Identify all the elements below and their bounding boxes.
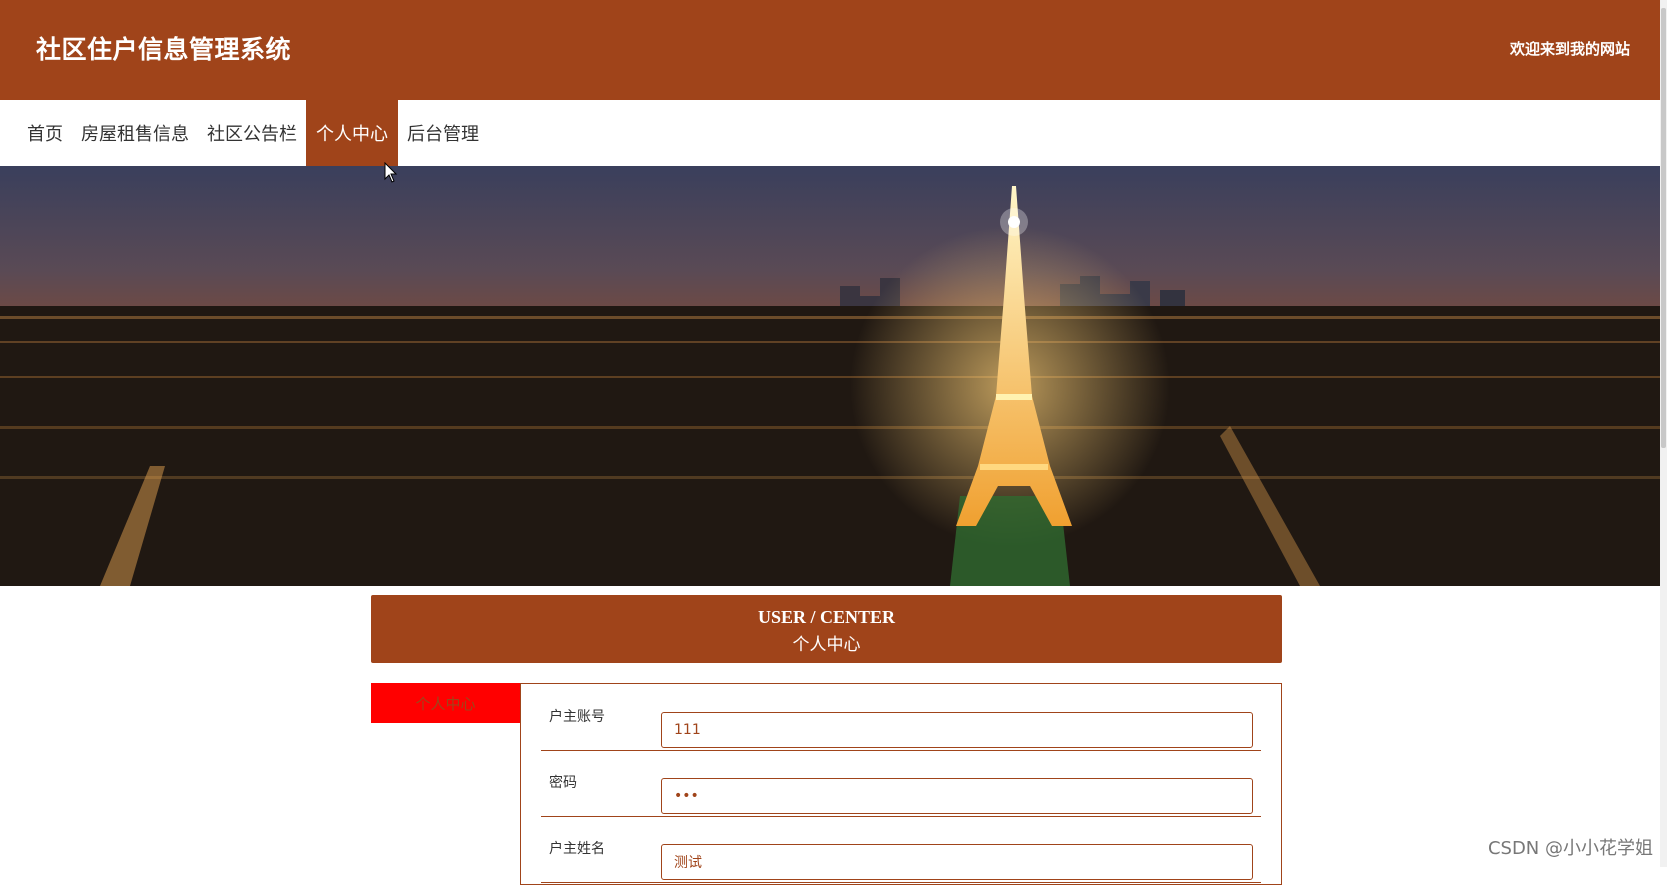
form-row-password: 密码 [541,750,1261,817]
watermark: CSDN @小小花学姐 [1487,838,1653,859]
owner-name-label: 户主姓名 [549,841,605,857]
form-row-account: 户主账号 [541,684,1261,751]
site-title: 社区住户信息管理系统 [36,35,292,64]
banner-carousel[interactable] [0,166,1660,586]
nav-user-center[interactable]: 个人中心 [306,100,398,166]
banner-image [0,166,1660,586]
side-tab-user-center[interactable]: 个人中心 [371,683,520,723]
nav-home[interactable]: 首页 [0,100,72,166]
page-scrollbar[interactable] [1660,0,1667,867]
user-center-title-cn: 个人中心 [792,635,861,655]
user-center-header: USER / CENTER 个人中心 [371,595,1282,663]
profile-form: 户主账号 密码 户主姓名 [520,683,1282,885]
user-center-title-en: USER / CENTER [757,607,896,627]
password-input[interactable] [661,778,1253,814]
owner-name-input[interactable] [661,844,1253,880]
nav-notice-board[interactable]: 社区公告栏 [198,100,306,166]
site-header: 社区住户信息管理系统 欢迎来到我的网站 [0,0,1660,100]
account-input[interactable] [661,712,1253,748]
nav-house-rental[interactable]: 房屋租售信息 [72,100,198,166]
nav-admin[interactable]: 后台管理 [398,100,488,166]
password-label: 密码 [549,775,577,791]
mouse-cursor-icon [384,162,398,183]
welcome-text: 欢迎来到我的网站 [1509,40,1630,58]
main-nav: 首页 房屋租售信息 社区公告栏 个人中心 后台管理 [0,100,1660,166]
form-row-name: 户主姓名 [541,816,1261,883]
scrollbar-thumb[interactable] [1661,8,1666,448]
account-label: 户主账号 [549,709,605,725]
